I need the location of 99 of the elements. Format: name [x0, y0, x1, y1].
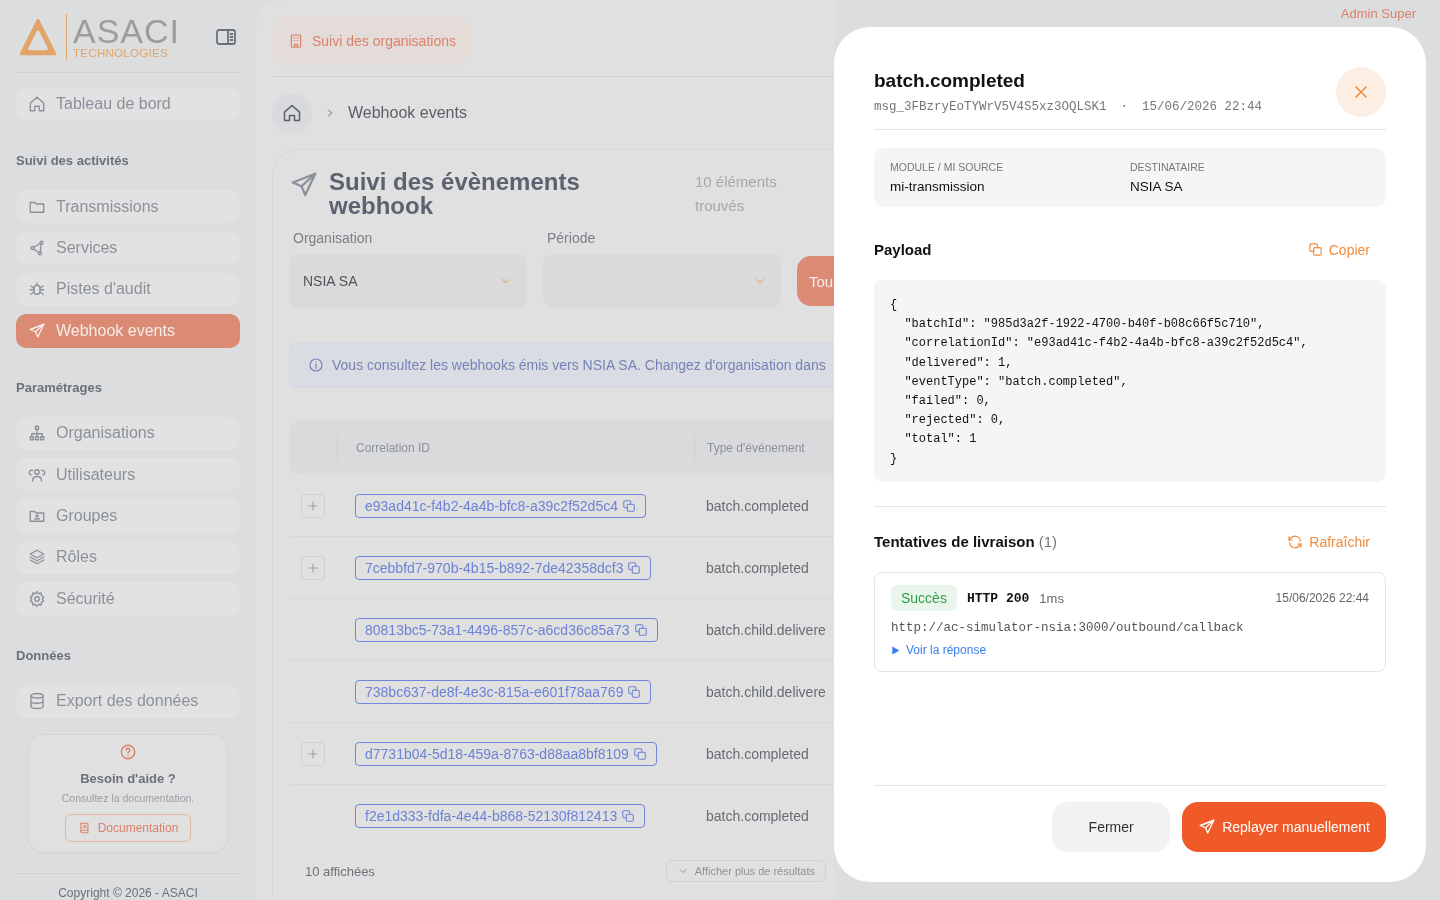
show-more-button[interactable]: Afficher plus de résultats: [665, 860, 826, 882]
sidebar-item[interactable]: Export des données: [16, 684, 240, 718]
expand-button[interactable]: [301, 741, 325, 766]
plus-icon: [306, 746, 320, 761]
copy-icon: [627, 684, 642, 699]
organizations-chip[interactable]: Suivi des organisations: [272, 16, 472, 66]
column-header: Type d'événement: [707, 440, 805, 455]
expand-button[interactable]: [301, 493, 325, 518]
attempt-time: 15/06/2026 22:44: [1275, 591, 1369, 605]
section-heading: Paramétrages: [16, 379, 103, 395]
triangle-right-icon: [891, 645, 900, 655]
triangle-logo-icon: [18, 16, 58, 57]
sidebar-item[interactable]: Transmissions: [16, 189, 240, 224]
copy-icon: [627, 560, 642, 575]
table-cell: batch.child.delivere: [706, 683, 826, 700]
help-text: Consultez la documentation.: [61, 791, 195, 804]
copy-icon: [621, 808, 636, 823]
field-value: NSIA SA: [1130, 179, 1184, 194]
filter-select[interactable]: [543, 254, 781, 308]
plus-icon: [306, 498, 320, 513]
copy-icon: [633, 622, 648, 637]
section-heading: Payload: [874, 241, 932, 258]
home-icon: [282, 103, 302, 123]
correlation-id-chip[interactable]: 738bc637-de8f-4e3c-815a-e601f78aa769: [355, 679, 652, 704]
info-icon: [308, 357, 324, 373]
sidebar-item[interactable]: Sécurité: [16, 582, 240, 616]
section-heading: Données: [16, 647, 72, 663]
building-icon: [288, 33, 304, 49]
page-title: Suivi des évènements webhook: [329, 170, 581, 218]
home-icon: [28, 95, 46, 114]
refresh-button[interactable]: Rafraîchir: [1287, 533, 1386, 550]
correlation-id-chip[interactable]: 80813bc5-73a1-4496-857c-a6cd36c85a73: [355, 617, 658, 642]
copy-icon: [632, 746, 647, 761]
correlation-id-chip[interactable]: f2e1d333-fdfa-4e44-b868-52130f812413: [355, 803, 646, 828]
copy-button[interactable]: Copier: [1307, 241, 1386, 258]
user-name: Admin Super: [1340, 6, 1416, 21]
http-status: HTTP 200: [966, 590, 1030, 606]
response-toggle[interactable]: Voir la réponse: [891, 643, 987, 657]
shown-count: 10 affichées: [305, 863, 375, 879]
paper-plane-icon: [28, 321, 46, 340]
table-cell: batch.completed: [706, 497, 809, 514]
book-icon: [77, 820, 92, 835]
table-cell: batch.child.delivere: [706, 621, 826, 638]
home-button[interactable]: [272, 93, 312, 133]
paper-plane-icon: [1198, 818, 1217, 836]
results-count: 10 éléments trouvés: [695, 172, 778, 216]
replay-button[interactable]: Replayer manuellement: [1182, 802, 1386, 852]
sidebar-item[interactable]: Utilisateurs: [16, 457, 240, 492]
sidebar-item[interactable]: Services: [16, 231, 240, 265]
column-header: Correlation ID: [356, 440, 431, 455]
table-cell: batch.completed: [706, 559, 809, 576]
close-dialog-button[interactable]: Fermer: [1052, 802, 1171, 852]
share-icon: [28, 239, 46, 257]
table-cell: batch.completed: [706, 807, 809, 824]
documentation-button[interactable]: Documentation: [64, 813, 192, 842]
filter-button[interactable]: Tou: [797, 256, 834, 306]
settings-icon: [28, 589, 46, 608]
close-button[interactable]: [1336, 67, 1386, 117]
help-icon: [119, 742, 137, 761]
breadcrumb-current: Webhook events: [348, 104, 467, 122]
filter-select[interactable]: NSIA SA: [289, 254, 527, 308]
logo-title: ASACI: [73, 14, 181, 48]
sidebar-item[interactable]: Webhook events: [16, 314, 240, 348]
sidebar-item[interactable]: Organisations: [16, 416, 240, 450]
layers-icon: [28, 548, 46, 567]
callback-url: http://ac-simulator-nsia:3000/outbound/callback: [891, 621, 1245, 635]
sidebar-item[interactable]: Rôles: [16, 540, 240, 575]
copyright-text: Copyright © 2026 - ASACI: [16, 872, 240, 900]
section-heading: Tentatives de livraison (1): [874, 533, 1058, 550]
sidebar-item[interactable]: Groupes: [16, 499, 240, 533]
refresh-icon: [1287, 533, 1304, 550]
duration-text: 1ms: [1039, 590, 1064, 606]
copy-icon: [622, 498, 636, 513]
correlation-id-chip[interactable]: 7cebbfd7-970b-4b15-b892-7de42358dcf3: [355, 555, 652, 580]
hierarchy-icon: [28, 424, 46, 443]
event-timestamp: 15/06/2026 22:44: [1142, 100, 1263, 114]
status-badge: Succès: [891, 585, 957, 611]
correlation-id-chip[interactable]: d7731b04-5d18-459a-8763-d88aa8bf8109: [355, 741, 657, 766]
help-title: Besoin d'aide ?: [80, 770, 176, 786]
field-label: DESTINATAIRE: [1130, 161, 1206, 173]
field-value: mi-transmission: [890, 179, 986, 194]
copy-icon: [1307, 242, 1323, 257]
filter-label: Période: [546, 230, 597, 246]
correlation-id-chip[interactable]: e93ad41c-f4b2-4a4b-bfc8-a39c2f52d5c4: [355, 493, 646, 518]
message-id: msg_3FBzryEoTYWrV5V4S5xz3OQLSK1: [874, 100, 1107, 114]
info-text: Vous consultez les webhooks émis vers NSIA SA. Changez d'organisation dans: [332, 357, 826, 373]
field-label: MODULE / MI SOURCE: [890, 161, 1005, 173]
expand-button[interactable]: [301, 555, 325, 580]
logo-subtitle: TECHNOLOGIES: [73, 48, 169, 60]
sidebar-item[interactable]: Tableau de bord: [16, 87, 240, 121]
dialog-title: batch.completed: [874, 70, 1026, 92]
filter-label: Organisation: [292, 230, 374, 246]
sidebar-item[interactable]: Pistes d'audit: [16, 272, 240, 307]
payload-code: { "batchId": "985d3a2f-1922-4700-b40f-b08c66f5c710", "correlationId": "e93ad41c-f4b2-4a4b-bfc8-a39c2f52d5c4", "delivered": 1, "eventType": "batch.completed", "failed": 0, "rejected": 0, "total": 1 }: [874, 280, 1386, 482]
table-cell: batch.completed: [706, 745, 809, 762]
database-icon: [28, 692, 46, 711]
plus-icon: [306, 560, 320, 575]
section-heading: Suivi des activités: [16, 152, 130, 168]
separator-dot: ·: [1120, 100, 1129, 114]
